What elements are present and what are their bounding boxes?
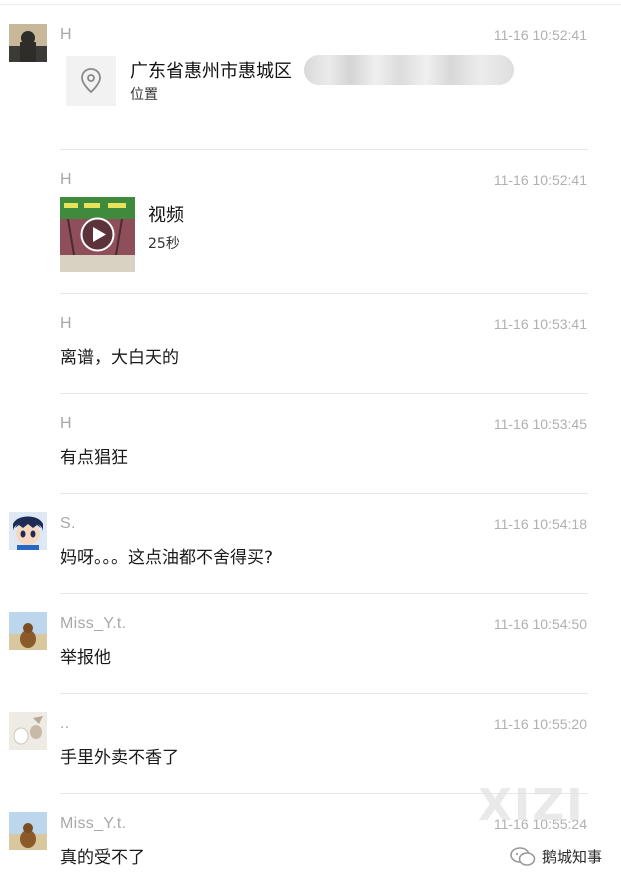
message-text: 真的受不了 xyxy=(60,848,145,868)
sender-name: H xyxy=(60,171,72,188)
message-time: 11-16 10:52:41 xyxy=(493,27,587,43)
message-divider xyxy=(60,393,588,394)
message-divider xyxy=(60,149,588,150)
sender-name: H xyxy=(60,415,72,432)
play-icon xyxy=(80,217,115,252)
message-divider xyxy=(60,593,588,594)
message-divider xyxy=(60,693,588,694)
top-divider xyxy=(0,4,621,5)
sender-name: .. xyxy=(60,715,70,732)
watermark-logo: XIZI xyxy=(478,780,585,831)
message-time: 11-16 10:55:20 xyxy=(493,716,587,732)
sender-name: H xyxy=(60,315,72,332)
sender-name: Miss_Y.t. xyxy=(60,815,127,832)
message-text: 妈呀。。。这点油都不舍得买? xyxy=(60,548,274,568)
message-time: 11-16 10:52:41 xyxy=(493,172,587,188)
video-thumbnail[interactable] xyxy=(60,197,135,272)
avatar-h[interactable] xyxy=(9,24,47,62)
avatar-dots[interactable] xyxy=(9,712,47,750)
message-divider xyxy=(60,293,588,294)
message-time: 11-16 10:54:50 xyxy=(493,616,587,632)
message-text: 离谱，大白天的 xyxy=(60,348,179,368)
avatar-miss-yt[interactable] xyxy=(9,612,47,650)
video-title[interactable]: 视频 xyxy=(148,201,184,227)
brand-watermark: 鹅城知事 xyxy=(510,846,602,867)
wechat-icon xyxy=(510,846,536,866)
message-text: 有点猖狂 xyxy=(60,448,128,468)
message-text: 举报他 xyxy=(60,648,111,668)
message-time: 11-16 10:53:41 xyxy=(493,316,587,332)
location-pin-icon xyxy=(81,68,101,94)
brand-name: 鹅城知事 xyxy=(542,848,603,866)
location-subtitle: 位置 xyxy=(130,87,158,103)
avatar-s[interactable] xyxy=(9,512,47,550)
location-title[interactable]: 广东省惠州市惠城区 xyxy=(130,57,292,83)
redacted-address xyxy=(304,55,514,85)
message-time: 11-16 10:53:45 xyxy=(493,416,587,432)
location-card-icon[interactable] xyxy=(66,56,116,106)
avatar-miss-yt[interactable] xyxy=(9,812,47,850)
video-duration: 25秒 xyxy=(148,236,180,252)
sender-name: H xyxy=(60,26,72,43)
message-divider xyxy=(60,493,588,494)
message-text: 手里外卖不香了 xyxy=(60,748,179,768)
sender-name: S. xyxy=(60,515,76,532)
sender-name: Miss_Y.t. xyxy=(60,615,127,632)
message-time: 11-16 10:54:18 xyxy=(493,516,587,532)
